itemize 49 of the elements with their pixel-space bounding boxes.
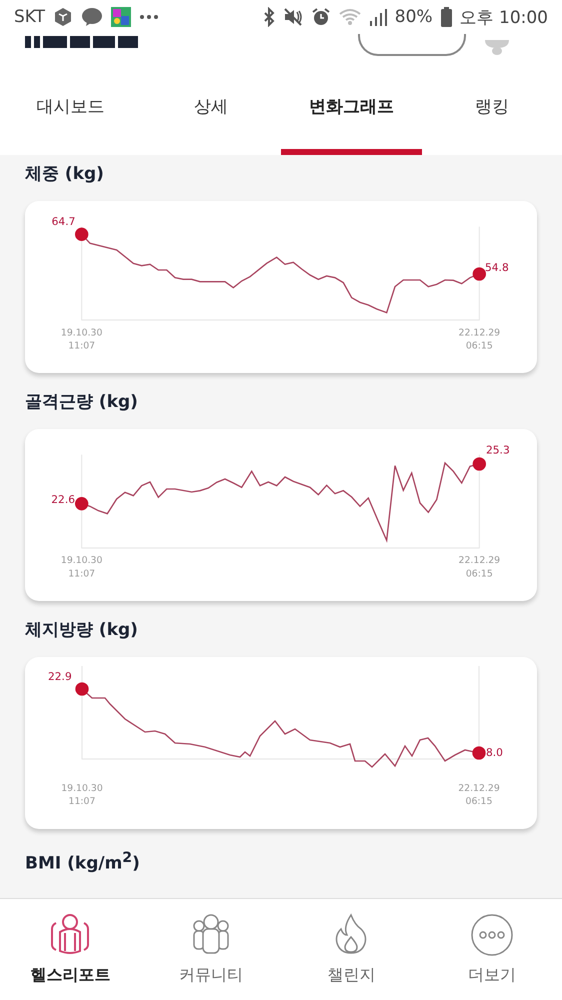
section-title: 체중 (kg) [24,163,104,186]
mute-icon [282,7,303,27]
value-label: 25.3 [486,444,510,457]
chat-bubble-icon [81,7,104,27]
section-title: 체지방량 (kg) [24,619,138,642]
end-point-marker [472,457,486,471]
more-icon [139,14,160,20]
value-label: 54.8 [485,261,509,274]
value-label: 22.6 [51,493,75,506]
nav-item[interactable]: 더보기 [422,899,562,998]
box-icon [53,7,74,27]
section-title: BMI (kg/m$^{2}$) [24,849,140,873]
app-icon [111,7,132,27]
battery-icon [440,7,452,27]
tab[interactable]: 상세 [140,58,281,155]
time-label: 11:07 [68,340,96,352]
end-point-marker [75,228,88,241]
nav-item[interactable]: 커뮤니티 [140,899,281,998]
date-label: 19.10.30 [60,328,102,339]
end-point-marker [472,267,486,281]
time-label: 11:07 [68,796,96,807]
alarm-icon [310,7,331,27]
wifi-icon [338,8,361,26]
value-label: 22.9 [48,670,72,683]
end-point-marker [472,746,486,760]
date-label: 19.10.30 [60,555,102,566]
date-label: 19.10.30 [61,783,103,794]
signal-icon [368,8,387,26]
time-label: 06:15 [466,568,493,580]
date-label: 22.12.29 [458,783,500,794]
clock-time: 오후 10:00 [460,6,548,28]
tab[interactable]: 랭킹 [422,58,562,155]
nav-item[interactable]: 챌린지 [281,899,422,998]
date-label: 22.12.29 [458,328,500,339]
battery-percent: 80% [394,7,433,27]
section-title: 골격근량 (kg) [24,391,138,414]
time-label: 06:15 [466,796,492,807]
end-point-marker [75,682,89,696]
date-label: 22.12.29 [458,555,500,566]
tab[interactable]: 대시보드 [0,58,140,155]
value-label: 8.0 [486,746,503,759]
carrier-name: SKT [14,7,46,27]
time-label: 06:15 [466,340,493,352]
nav-item[interactable]: 헬스리포트 [0,899,140,998]
bluetooth-icon [262,7,275,27]
value-label: 64.7 [52,215,76,228]
end-point-marker [75,497,88,510]
time-label: 11:07 [68,568,96,580]
more-icon [470,913,514,957]
